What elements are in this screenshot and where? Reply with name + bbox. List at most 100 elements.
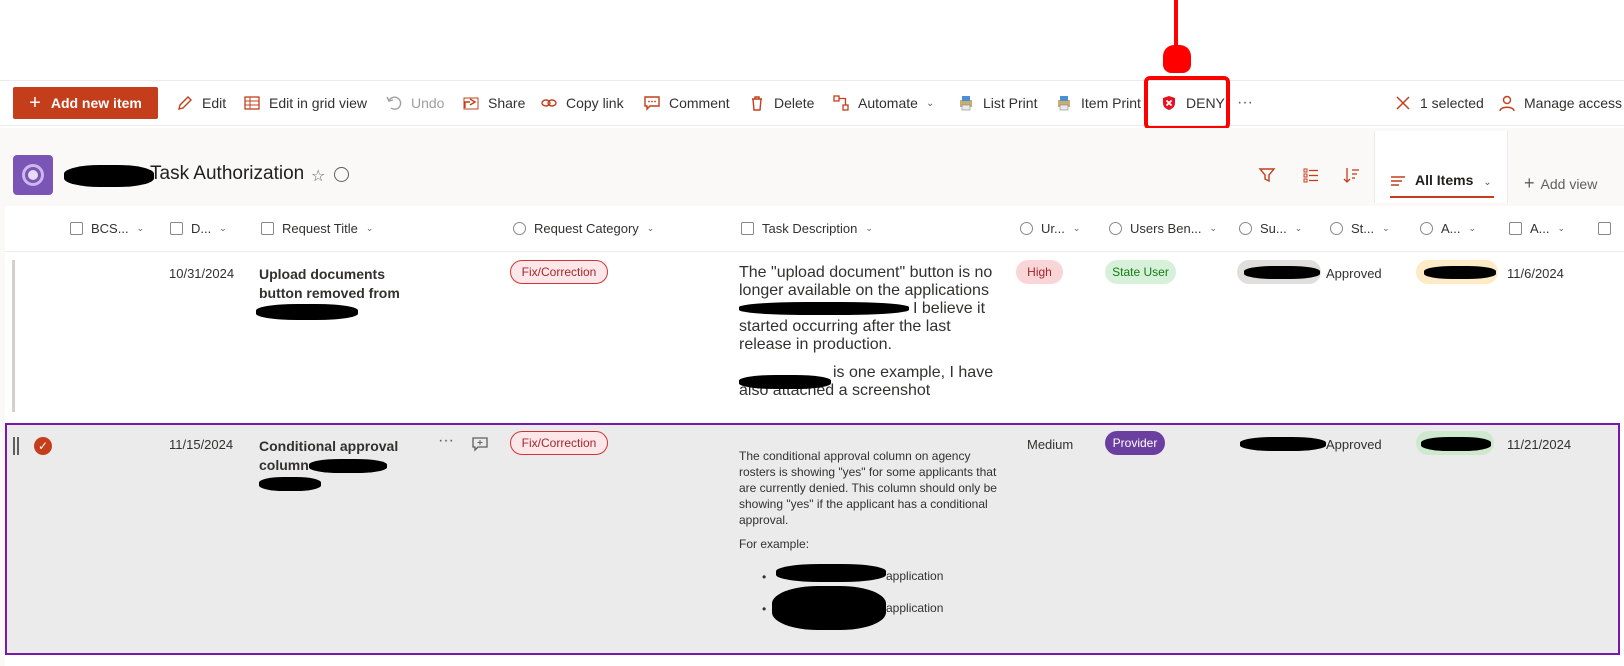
column-header-submitter[interactable]: Su... ⌄ — [1239, 206, 1302, 251]
redaction — [772, 586, 886, 630]
redaction — [1424, 266, 1496, 279]
bullet-text: application — [886, 569, 944, 583]
person-icon — [1239, 222, 1252, 235]
bullet-text: application — [886, 601, 944, 615]
annotation-line — [1174, 0, 1178, 45]
chevron-down-icon: ⌄ — [1072, 223, 1081, 233]
sort-icon[interactable] — [1343, 166, 1361, 189]
row-selected-check-icon[interactable]: ✓ — [34, 437, 52, 455]
view-list-icon — [1389, 172, 1407, 195]
undo-icon — [386, 96, 402, 110]
edit-grid-button[interactable]: Edit in grid view — [243, 80, 367, 126]
column-header-task-description[interactable]: Task Description ⌄ — [741, 206, 873, 251]
active-view-indicator — [1390, 196, 1494, 198]
chevron-down-icon: ⌄ — [365, 223, 374, 233]
undo-button[interactable]: Undo — [385, 80, 444, 126]
calendar-icon — [1509, 222, 1522, 235]
all-items-label[interactable]: All Items ⌄ — [1415, 172, 1492, 188]
chevron-down-icon: ⌄ — [136, 223, 145, 233]
site-logo — [13, 155, 53, 195]
column-header-request-category[interactable]: Request Category ⌄ — [513, 206, 654, 251]
list-item: • — [762, 602, 767, 616]
close-icon[interactable] — [1394, 94, 1412, 112]
urgency-text: Medium — [1027, 437, 1074, 452]
column-header-status[interactable]: St... ⌄ — [1330, 206, 1390, 251]
automate-button[interactable]: Automate ⌄ — [832, 80, 934, 126]
comment-icon — [644, 96, 660, 111]
users-pill: Provider — [1105, 431, 1165, 455]
redaction — [64, 165, 154, 187]
row-grip — [12, 260, 15, 412]
status-text: Approved — [1326, 266, 1382, 281]
page-title: Task Authorization — [150, 163, 305, 184]
more-options-icon[interactable]: ··· — [438, 432, 454, 450]
chevron-down-icon: ⌄ — [1382, 223, 1390, 233]
annotation-marker — [1163, 45, 1191, 73]
multiline-text-icon — [741, 222, 754, 235]
manage-access-button[interactable]: Manage access — [1498, 80, 1622, 126]
chevron-down-icon: ⌄ — [925, 97, 935, 109]
pencil-icon — [178, 96, 192, 110]
column-header-more[interactable] — [1598, 206, 1619, 251]
column-header-request-title[interactable]: Request Title ⌄ — [261, 206, 373, 251]
column-header-approved-date[interactable]: A... ⌄ — [1509, 206, 1565, 251]
choice-icon — [1420, 222, 1433, 235]
follow-check-icon[interactable] — [334, 167, 349, 182]
drag-handle[interactable] — [13, 437, 19, 455]
list-item: • — [762, 570, 767, 584]
chevron-down-icon: ⌄ — [646, 223, 655, 233]
chevron-down-icon: ⌄ — [1483, 177, 1492, 188]
row-title-line[interactable]: Upload documents — [259, 265, 385, 284]
group-by-icon[interactable] — [1302, 166, 1320, 189]
row-date: 11/15/2024 — [169, 437, 234, 452]
column-header-bcs[interactable]: BCS... ⌄ — [70, 206, 144, 251]
column-header-date[interactable]: D... ⌄ — [170, 206, 227, 251]
add-view-button[interactable]: + Add view — [1524, 173, 1597, 194]
automate-icon — [833, 95, 849, 111]
list-print-button[interactable]: List Print — [957, 80, 1037, 126]
top-blank-area — [0, 0, 1624, 80]
link-icon — [541, 99, 557, 107]
chevron-down-icon: ⌄ — [865, 223, 873, 233]
redaction — [1240, 437, 1326, 451]
column-header-urgency[interactable]: Ur... ⌄ — [1020, 206, 1080, 251]
row-title-line[interactable]: column — [259, 456, 309, 475]
task-description: The conditional approval column on agenc… — [739, 449, 997, 551]
chevron-down-icon: ⌄ — [1294, 223, 1303, 233]
redaction — [776, 564, 886, 582]
status-text: Approved — [1326, 437, 1382, 452]
category-pill: Fix/Correction — [510, 431, 608, 455]
share-button[interactable]: Share — [462, 80, 525, 126]
printer-icon — [1058, 96, 1070, 111]
text-column-icon — [261, 222, 274, 235]
column-header-users-benefited[interactable]: Users Ben... ⌄ — [1109, 206, 1217, 251]
person-icon — [1499, 95, 1515, 112]
row-title-line[interactable]: Conditional approval — [259, 437, 398, 456]
column-header-approver[interactable]: A... ⌄ — [1420, 206, 1476, 251]
copy-link-button[interactable]: Copy link — [540, 80, 624, 126]
edit-button[interactable]: Edit — [176, 80, 226, 126]
star-icon[interactable]: ☆ — [311, 166, 325, 186]
text-column-icon — [70, 222, 83, 235]
add-new-item-button[interactable]: + Add new item — [13, 87, 158, 119]
more-actions-button[interactable]: ··· — [1237, 80, 1253, 126]
redaction — [1244, 266, 1320, 279]
grid-icon — [244, 96, 260, 110]
chevron-down-icon: ⌄ — [1557, 223, 1566, 233]
redaction — [259, 477, 321, 491]
choice-icon — [513, 222, 526, 235]
deny-annotation-box — [1144, 76, 1230, 130]
plus-icon: + — [1524, 173, 1535, 193]
share-icon — [463, 97, 479, 110]
comment-button[interactable]: Comment — [643, 80, 730, 126]
row-title-line[interactable]: button removed from — [259, 284, 400, 303]
choice-icon — [1109, 222, 1122, 235]
item-print-button[interactable]: Item Print — [1055, 80, 1141, 126]
redaction — [739, 302, 909, 315]
filter-icon[interactable] — [1258, 166, 1276, 189]
selection-status[interactable]: 1 selected — [1394, 80, 1484, 126]
comment-icon[interactable] — [471, 435, 489, 458]
delete-button[interactable]: Delete — [748, 80, 814, 126]
row-date: 10/31/2024 — [169, 266, 235, 281]
users-pill: State User — [1105, 260, 1176, 284]
